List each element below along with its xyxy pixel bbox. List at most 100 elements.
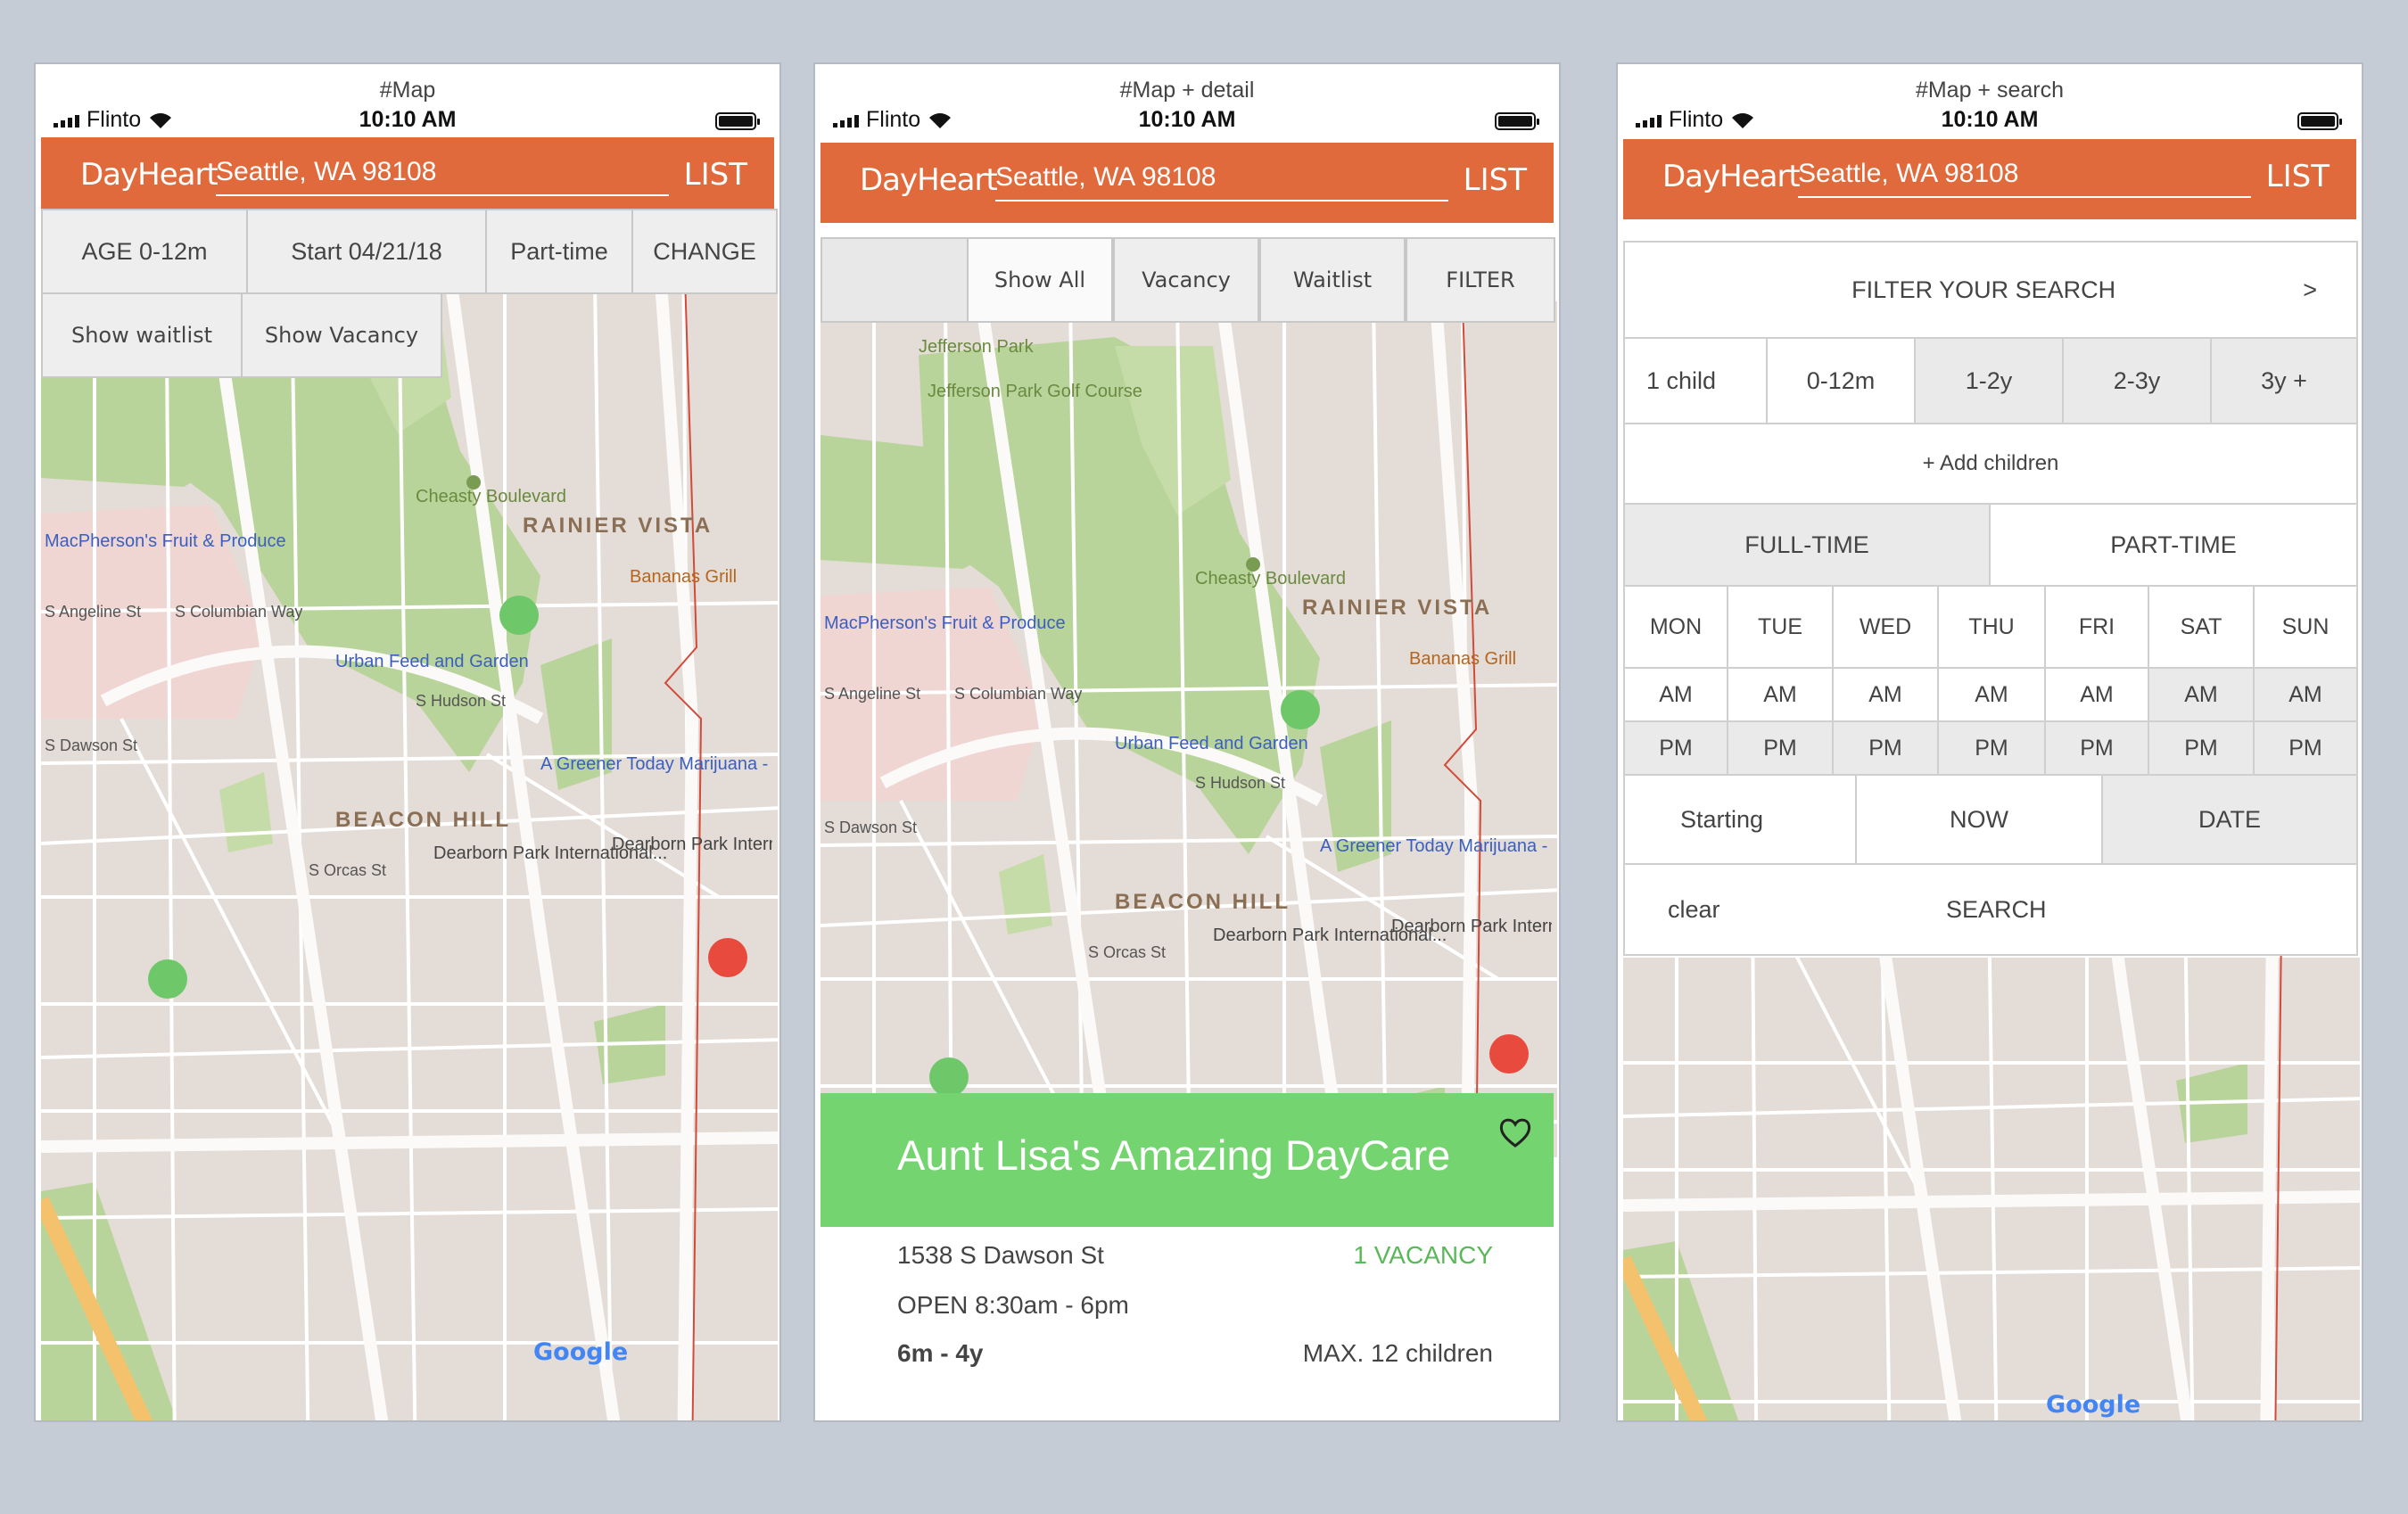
day-fri: FRI xyxy=(2044,585,2149,669)
tab-filter[interactable]: FILTER xyxy=(1406,237,1555,323)
tue-pm-toggle[interactable]: PM xyxy=(1727,720,1834,776)
list-button[interactable]: LIST xyxy=(684,157,747,193)
filter-heading: FILTER YOUR SEARCH xyxy=(1851,276,2116,303)
map-label: RAINIER VISTA xyxy=(1302,596,1493,620)
map-graphic xyxy=(1623,956,2360,1420)
daycare-name: Aunt Lisa's Amazing DayCare xyxy=(897,1131,1451,1179)
search-actions-row: clear SEARCH xyxy=(1623,863,2358,956)
detail-row-address: 1538 S Dawson St 1 VACANCY xyxy=(897,1241,1493,1270)
day-thu: THU xyxy=(1937,585,2046,669)
status-bar: Flinto 10:10 AM xyxy=(821,105,1554,137)
part-time-toggle[interactable]: PART-TIME xyxy=(1989,503,2358,587)
sun-pm-toggle[interactable]: PM xyxy=(2253,720,2358,776)
location-input[interactable]: Seattle, WA 98108 xyxy=(995,162,1448,202)
children-count[interactable]: 1 child xyxy=(1623,337,1768,424)
chevron-right-icon: > xyxy=(2303,276,2317,303)
map-view[interactable]: Google xyxy=(1623,956,2360,1420)
location-input[interactable]: Seattle, WA 98108 xyxy=(216,157,669,196)
full-time-toggle[interactable]: FULL-TIME xyxy=(1623,503,1991,587)
mon-pm-toggle[interactable]: PM xyxy=(1623,720,1728,776)
thu-pm-toggle[interactable]: PM xyxy=(1937,720,2046,776)
favorite-heart-icon[interactable] xyxy=(1498,1116,1532,1148)
screen-title: #Map + search xyxy=(1915,78,2065,103)
start-now-option[interactable]: NOW xyxy=(1855,774,2103,865)
sat-am-toggle[interactable]: AM xyxy=(2148,667,2255,722)
status-time: 10:10 AM xyxy=(1138,107,1236,132)
day-sun: SUN xyxy=(2253,585,2358,669)
filter-your-search-row[interactable]: FILTER YOUR SEARCH > xyxy=(1623,241,2358,339)
add-children-button[interactable]: + Add children xyxy=(1623,423,2358,505)
fri-pm-toggle[interactable]: PM xyxy=(2044,720,2149,776)
tab-spacer xyxy=(821,237,969,323)
search-button[interactable]: SEARCH xyxy=(1946,896,2047,924)
mon-am-toggle[interactable]: AM xyxy=(1623,667,1728,722)
map-label: S Dawson St xyxy=(45,736,138,754)
map-label: Jefferson Park xyxy=(919,337,1034,357)
map-label: S Hudson St xyxy=(416,692,507,710)
map-label: BEACON HILL xyxy=(335,808,511,832)
map-label: Cheasty Boulevard xyxy=(1195,569,1346,588)
tue-am-toggle[interactable]: AM xyxy=(1727,667,1834,722)
map-label: S Orcas St xyxy=(309,861,387,879)
list-button[interactable]: LIST xyxy=(2266,159,2330,194)
wed-am-toggle[interactable]: AM xyxy=(1832,667,1939,722)
status-bar: Flinto 10:10 AM xyxy=(41,105,774,137)
app-header: DayHeart Seattle, WA 98108 LIST xyxy=(1623,139,2356,219)
daycare-marker-vacancy[interactable] xyxy=(929,1057,969,1097)
age-range: 6m - 4y xyxy=(897,1339,984,1367)
age-option-0-12m[interactable]: 0-12m xyxy=(1766,337,1916,424)
map-view[interactable]: Google RAINIER VISTA BEACON HILL Cheasty B… xyxy=(41,273,778,1420)
age-option-2-3y[interactable]: 2-3y xyxy=(2062,337,2212,424)
map-label: Jefferson Park Golf Course xyxy=(928,382,1142,401)
map-label: A Greener Today Marijuana - South Seattl… xyxy=(1320,836,1552,856)
daycare-detail-card[interactable]: Aunt Lisa's Amazing DayCare 1538 S Dawso… xyxy=(821,1093,1554,1420)
map-label: S Angeline St xyxy=(824,685,921,703)
list-button[interactable]: LIST xyxy=(1464,162,1527,198)
map-label: Cheasty Boulevard xyxy=(416,487,566,506)
tab-waitlist[interactable]: Waitlist xyxy=(1259,237,1406,323)
vacancy-count: 1 VACANCY xyxy=(1353,1241,1493,1269)
schedule-chip[interactable]: Part-time xyxy=(485,209,633,294)
start-date-chip[interactable]: Start 04/21/18 xyxy=(246,209,487,294)
tab-show-all[interactable]: Show All xyxy=(967,237,1113,323)
map-view[interactable]: RAINIER VISTA BEACON HILL Cheasty Boulevar… xyxy=(821,301,1557,1157)
app-header: DayHeart Seattle, WA 98108 LIST xyxy=(41,137,774,218)
app-header: DayHeart Seattle, WA 98108 LIST xyxy=(821,143,1554,223)
map-label: S Dawson St xyxy=(824,819,918,836)
change-button[interactable]: CHANGE xyxy=(631,209,778,294)
screen-title: #Map xyxy=(379,78,436,103)
daycare-marker-waitlist[interactable] xyxy=(708,938,747,977)
wed-pm-toggle[interactable]: PM xyxy=(1832,720,1939,776)
location-input[interactable]: Seattle, WA 98108 xyxy=(1798,159,2251,198)
map-label: A Greener Today Marijuana - South Seattl… xyxy=(540,754,772,774)
day-sat: SAT xyxy=(2148,585,2255,669)
tab-vacancy[interactable]: Vacancy xyxy=(1113,237,1259,323)
show-vacancy-toggle[interactable]: Show Vacancy xyxy=(241,292,442,378)
age-filter-chip[interactable]: AGE 0-12m xyxy=(41,209,248,294)
age-option-3y-plus[interactable]: 3y + xyxy=(2210,337,2358,424)
brand-logo: DayHeart xyxy=(80,157,219,193)
google-logo: Google xyxy=(533,1338,629,1366)
starting-label: Starting xyxy=(1623,774,1857,865)
battery-icon xyxy=(715,112,760,130)
daycare-marker-selected[interactable] xyxy=(1489,1034,1529,1074)
fri-am-toggle[interactable]: AM xyxy=(2044,667,2149,722)
age-option-1-2y[interactable]: 1-2y xyxy=(1914,337,2064,424)
sat-pm-toggle[interactable]: PM xyxy=(2148,720,2255,776)
daycare-marker-vacancy[interactable] xyxy=(1281,690,1320,729)
map-label: RAINIER VISTA xyxy=(523,514,713,538)
daycare-marker-vacancy[interactable] xyxy=(499,596,539,635)
map-label: MacPherson's Fruit & Produce xyxy=(824,613,1066,633)
status-time: 10:10 AM xyxy=(1941,107,2039,132)
sun-am-toggle[interactable]: AM xyxy=(2253,667,2358,722)
capacity: MAX. 12 children xyxy=(1302,1339,1493,1367)
map-label: S Orcas St xyxy=(1088,943,1167,961)
map-label: Urban Feed and Garden xyxy=(335,652,529,671)
daycare-marker-vacancy[interactable] xyxy=(148,959,187,999)
show-waitlist-toggle[interactable]: Show waitlist xyxy=(41,292,243,378)
thu-am-toggle[interactable]: AM xyxy=(1937,667,2046,722)
map-graphic xyxy=(821,301,1557,1157)
clear-button[interactable]: clear xyxy=(1668,896,1720,924)
day-mon: MON xyxy=(1623,585,1728,669)
start-date-option[interactable]: DATE xyxy=(2101,774,2358,865)
